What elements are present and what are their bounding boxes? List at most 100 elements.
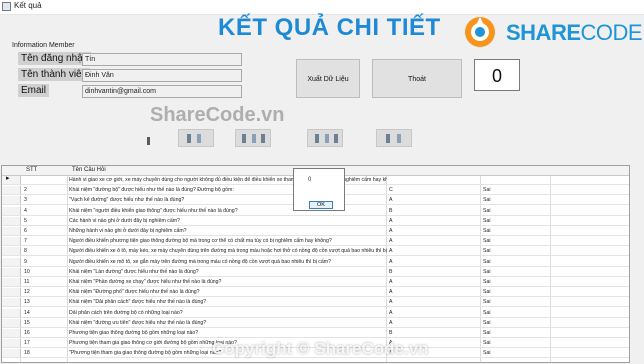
column-header-question[interactable]: Tên Câu Hỏi bbox=[72, 166, 106, 175]
cell-question[interactable]: Khái niệm "Phần đường xe chạy" được hiểu… bbox=[69, 278, 387, 286]
row-header[interactable] bbox=[2, 267, 21, 276]
cell-answer[interactable]: A bbox=[389, 196, 477, 204]
cell-question[interactable]: Dải phân cách trên đường bộ có những loạ… bbox=[69, 309, 387, 317]
table-row[interactable]: 11 Khái niệm "Phần đường xe chạy" được hi… bbox=[2, 278, 629, 287]
cell-stt[interactable]: 6 bbox=[24, 227, 64, 235]
cell-result[interactable]: Sai bbox=[483, 278, 543, 286]
cell-result[interactable]: Sai bbox=[483, 288, 543, 296]
cell-result[interactable]: Sai bbox=[483, 329, 543, 337]
cell-stt[interactable]: 2 bbox=[24, 186, 64, 194]
row-header[interactable] bbox=[2, 339, 21, 348]
cell-question[interactable]: Người điều khiển xe mô tô, xe gắn máy tr… bbox=[69, 258, 387, 266]
exit-button[interactable]: Thoát bbox=[372, 59, 462, 98]
cell-result[interactable]: Sai bbox=[483, 349, 543, 357]
table-row[interactable]: 16 Phương tiện giao thông đường bộ gồm nh… bbox=[2, 329, 629, 338]
table-row[interactable]: 5 Các hành vi nào ghi ở dưới đây bị nghiê… bbox=[2, 216, 629, 226]
cell-answer[interactable]: C bbox=[389, 186, 477, 194]
cell-question[interactable]: Khái niệm "đường ưu tiên" được hiểu như … bbox=[69, 319, 387, 327]
cell-stt[interactable]: 4 bbox=[24, 207, 64, 215]
cell-stt[interactable]: 10 bbox=[24, 268, 64, 276]
cell-result[interactable]: Sai bbox=[483, 319, 543, 327]
row-header[interactable] bbox=[2, 308, 21, 317]
cell-stt[interactable]: 9 bbox=[24, 258, 64, 266]
fullname-field[interactable]: Đinh Văn bbox=[82, 69, 242, 82]
cell-result[interactable]: Sai bbox=[483, 186, 543, 194]
cell-answer[interactable]: B bbox=[389, 207, 477, 215]
cell-answer[interactable]: A bbox=[389, 319, 477, 327]
cell-stt[interactable]: 16 bbox=[24, 329, 64, 337]
row-header[interactable] bbox=[2, 318, 21, 327]
row-header[interactable] bbox=[2, 206, 21, 215]
cell-result[interactable]: Sai bbox=[483, 227, 543, 235]
cell-stt[interactable]: 11 bbox=[24, 278, 64, 286]
cell-result[interactable]: Sai bbox=[483, 247, 543, 255]
cell-answer[interactable]: A bbox=[389, 247, 477, 255]
row-header[interactable] bbox=[2, 216, 21, 225]
cell-question[interactable]: Khái niệm "Làn đường" được hiểu như thế … bbox=[69, 268, 387, 276]
cell-stt[interactable]: 15 bbox=[24, 319, 64, 327]
cell-answer[interactable]: B bbox=[389, 329, 477, 337]
row-header[interactable] bbox=[2, 349, 21, 358]
toolbar-icon-2[interactable] bbox=[235, 129, 271, 147]
cell-result[interactable]: Sai bbox=[483, 339, 543, 347]
cell-result[interactable]: Sai bbox=[483, 217, 543, 225]
cell-stt[interactable]: 13 bbox=[24, 298, 64, 306]
table-row[interactable]: 8 Người điều khiển xe ô tô, máy kéo, xe m… bbox=[2, 247, 629, 257]
table-row[interactable]: 14 Dải phân cách trên đường bộ có những l… bbox=[2, 308, 629, 318]
cell-question[interactable]: Những hành vi nào ghi ở dưới đây bị nghi… bbox=[69, 227, 387, 235]
cell-result[interactable]: Sai bbox=[483, 258, 543, 266]
row-header[interactable] bbox=[2, 196, 21, 205]
row-header[interactable] bbox=[2, 298, 21, 307]
cell-answer[interactable]: A bbox=[389, 278, 477, 286]
cell-question[interactable]: Khái niệm "Đường phố" được hiểu như thế … bbox=[69, 288, 387, 296]
cell-answer[interactable]: A bbox=[389, 237, 477, 245]
row-header[interactable] bbox=[2, 278, 21, 286]
table-row[interactable]: 9 Người điều khiển xe mô tô, xe gắn máy t… bbox=[2, 257, 629, 267]
cell-stt[interactable]: 8 bbox=[24, 247, 64, 255]
cell-result[interactable]: Sai bbox=[483, 268, 543, 276]
cell-answer[interactable]: A bbox=[389, 288, 477, 296]
cell-result[interactable]: Sai bbox=[483, 237, 543, 245]
cell-question[interactable]: Khái niệm "Dải phân cách" được hiểu như … bbox=[69, 298, 387, 306]
toolbar-icon-1[interactable] bbox=[178, 129, 214, 147]
table-row[interactable]: 6 Những hành vi nào ghi ở dưới đây bị ngh… bbox=[2, 227, 629, 236]
cell-stt[interactable]: 7 bbox=[24, 237, 64, 245]
cell-answer[interactable]: A bbox=[389, 217, 477, 225]
toolbar-icon-3[interactable] bbox=[307, 129, 343, 147]
row-header[interactable] bbox=[2, 176, 21, 184]
cell-stt[interactable]: 12 bbox=[24, 288, 64, 296]
toolbar-icon-4[interactable] bbox=[376, 129, 412, 147]
row-header[interactable] bbox=[2, 247, 21, 256]
row-header[interactable] bbox=[2, 186, 21, 195]
row-header[interactable] bbox=[2, 257, 21, 266]
cell-answer[interactable]: A bbox=[389, 258, 477, 266]
row-header[interactable] bbox=[2, 237, 21, 246]
cell-answer[interactable]: B bbox=[389, 268, 477, 276]
cell-stt[interactable]: 14 bbox=[24, 309, 64, 317]
email-field[interactable]: dinhvantin@gmail.com bbox=[82, 85, 242, 98]
table-row[interactable]: 12 Khái niệm "Đường phố" được hiểu như th… bbox=[2, 288, 629, 298]
table-row[interactable]: 10 Khái niệm "Làn đường" được hiểu như th… bbox=[2, 267, 629, 277]
cell-stt[interactable]: 18 bbox=[24, 349, 64, 357]
row-header[interactable] bbox=[2, 288, 21, 297]
cell-result[interactable]: Sai bbox=[483, 309, 543, 317]
table-row[interactable]: 15 Khái niệm "đường ưu tiên" được hiểu nh… bbox=[2, 318, 629, 328]
cell-question[interactable]: Các hành vi nào ghi ở dưới đây bị nghiêm… bbox=[69, 217, 387, 225]
cell-answer[interactable]: A bbox=[389, 227, 477, 235]
cell-result[interactable]: Sai bbox=[483, 196, 543, 204]
dialog-ok-button[interactable]: OK bbox=[309, 201, 333, 209]
cell-question[interactable]: Người điều khiển phương tiện giao thông … bbox=[69, 237, 387, 245]
cell-question[interactable]: Người điều khiển xe ô tô, máy kéo, xe má… bbox=[69, 247, 387, 255]
row-header[interactable] bbox=[2, 329, 21, 337]
cell-stt[interactable]: 17 bbox=[24, 339, 64, 347]
table-row[interactable]: 13 Khái niệm "Dải phân cách" được hiểu nh… bbox=[2, 298, 629, 308]
cell-result[interactable]: Sai bbox=[483, 298, 543, 306]
cell-question[interactable]: Phương tiện giao thông đường bộ gồm nhữn… bbox=[69, 329, 387, 337]
cell-result[interactable]: Sai bbox=[483, 207, 543, 215]
export-data-button[interactable]: Xuất Dữ Liệu bbox=[296, 59, 360, 98]
cell-answer[interactable]: A bbox=[389, 298, 477, 306]
cell-answer[interactable]: A bbox=[389, 309, 477, 317]
table-row[interactable]: 7 Người điều khiển phương tiện giao thông… bbox=[2, 237, 629, 247]
cell-stt[interactable]: 5 bbox=[24, 217, 64, 225]
row-header[interactable] bbox=[2, 227, 21, 235]
